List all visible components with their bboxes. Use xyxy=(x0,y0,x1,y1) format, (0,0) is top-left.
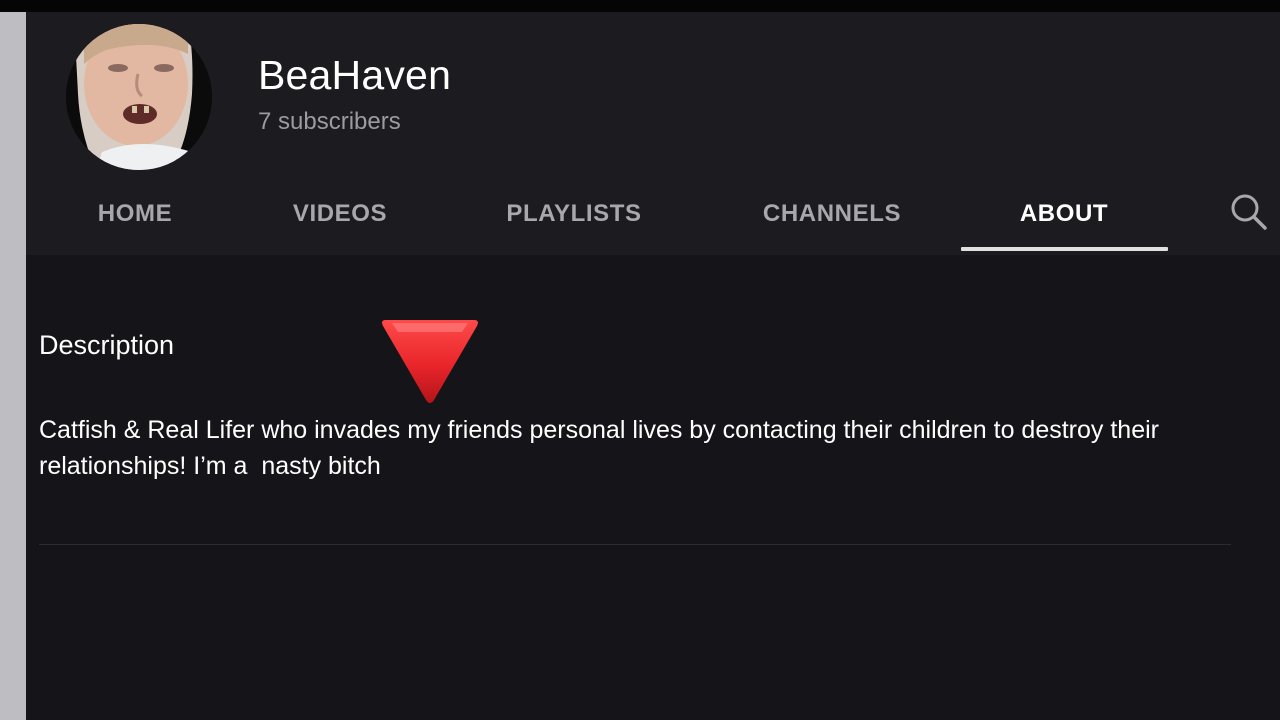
subscriber-count: 7 subscribers xyxy=(258,108,401,135)
tab-videos[interactable]: VIDEOS xyxy=(270,176,410,252)
avatar-photo xyxy=(66,24,212,170)
search-icon xyxy=(1231,194,1267,230)
channel-name: BeaHaven xyxy=(258,52,452,98)
top-bar xyxy=(0,0,1280,12)
description-heading: Description xyxy=(39,330,175,360)
app-frame: BeaHaven 7 subscribers HOME VIDEOS PLAYL… xyxy=(0,0,1280,720)
tab-playlists[interactable]: PLAYLISTS xyxy=(490,176,658,252)
left-edge-scrollbar xyxy=(0,12,26,720)
section-divider xyxy=(39,544,1231,545)
search-button[interactable] xyxy=(1225,188,1273,236)
channel-description: Catfish & Real Lifer who invades my frie… xyxy=(39,416,1166,480)
tab-channels[interactable]: CHANNELS xyxy=(744,176,920,252)
tab-about[interactable]: ABOUT xyxy=(996,176,1132,252)
tab-home[interactable]: HOME xyxy=(70,176,200,252)
red-triangle-down-icon xyxy=(378,314,482,406)
channel-avatar[interactable] xyxy=(66,24,212,170)
channel-tabs: HOME VIDEOS PLAYLISTS CHANNELS ABOUT xyxy=(26,176,1280,255)
active-tab-indicator xyxy=(961,247,1168,251)
